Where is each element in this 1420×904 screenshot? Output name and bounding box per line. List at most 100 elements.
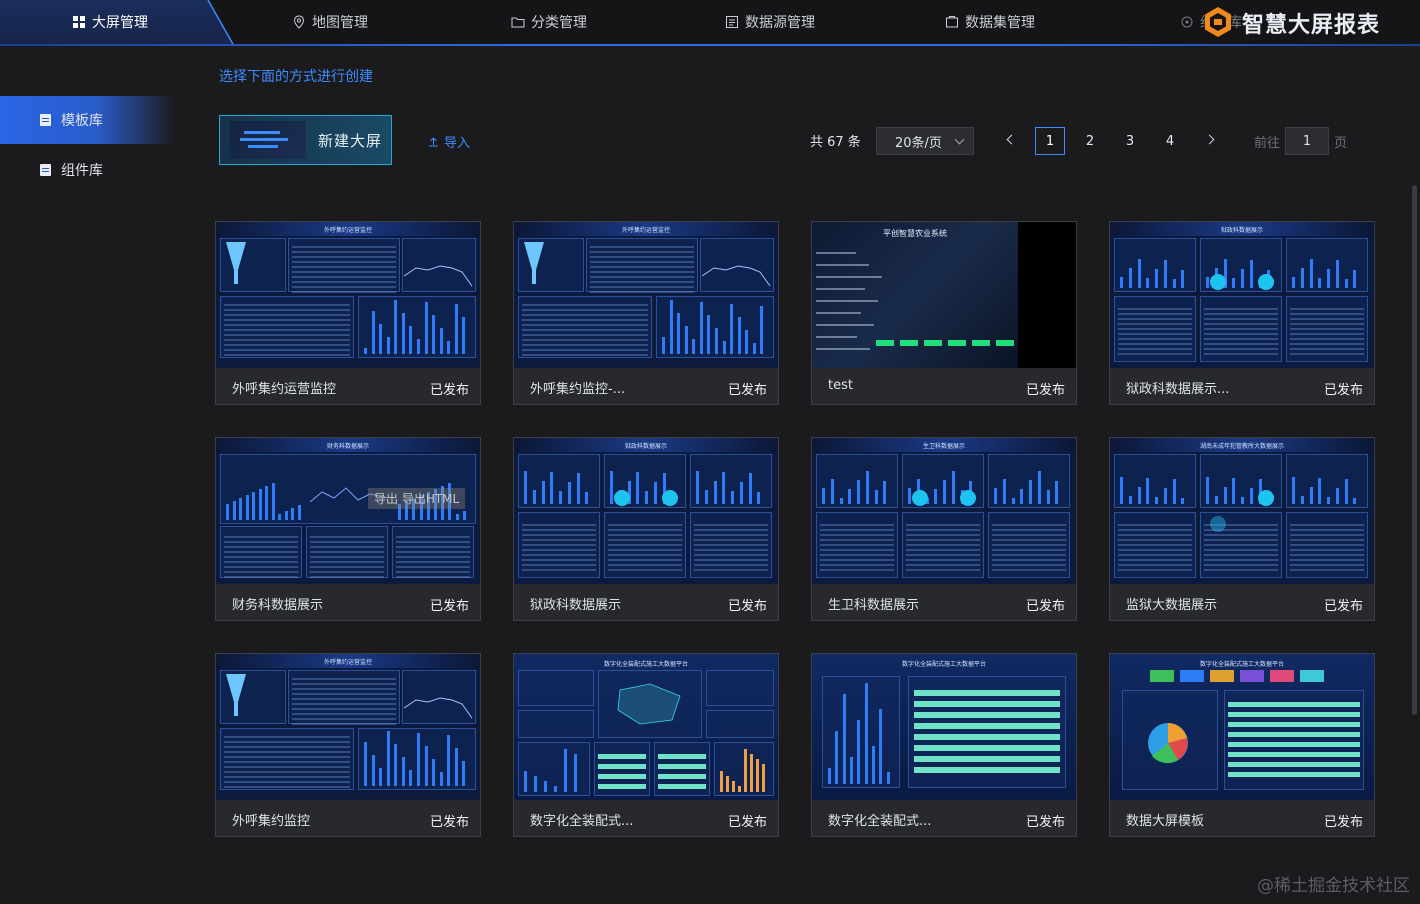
document-icon [40,164,51,176]
sidebar-item-template-library[interactable]: 模板库 [0,96,176,144]
template-thumbnail[interactable]: 财务科数据展示 [216,438,480,584]
tab-screen-management[interactable]: 大屏管理 [72,12,148,32]
card-title: 数据大屏模板 [1126,814,1205,829]
chevron-down-icon [954,134,965,145]
status-badge: 已发布 [1025,815,1065,830]
status-badge: 已发布 [1323,383,1363,398]
template-card[interactable]: 狱政科数据展示 狱政科数据展示 已发布 [513,437,779,621]
card-title: 生卫科数据展示 [828,598,920,613]
thumb-title: 生卫科数据展示 [922,443,965,450]
prev-page-icon[interactable] [1006,134,1017,145]
new-screen-button[interactable]: 新建大屏 [219,115,392,165]
template-thumbnail[interactable]: 外呼集约运营监控 [216,654,480,800]
template-thumbnail[interactable]: 外呼集约运营监控 [216,222,480,368]
status-badge: 已发布 [1025,599,1065,614]
template-thumbnail[interactable]: 狱政科数据展示 [514,438,778,584]
status-badge: 已发布 [429,383,469,398]
card-title: 外呼集约运营监控 [232,382,337,397]
thumb-title: 外呼集约运营监控 [323,227,372,234]
thumb-title: 数字化全装配式施工大数据平台 [901,661,986,668]
dataset-icon [946,16,958,28]
goto-page-input[interactable]: 1 [1285,127,1329,155]
template-thumbnail[interactable]: 数字化全装配式施工大数据平台数字化全装配式施工大数据平台 [514,654,778,800]
tab-dataset-management[interactable]: 数据集管理 [945,12,1035,32]
status-badge: 已发布 [1025,383,1065,398]
page-2[interactable]: 2 [1075,127,1105,155]
template-card[interactable]: 平创智慧农业系统平创智慧农业系统 test 已发布 [811,221,1077,405]
export-overlay[interactable]: 导出 导出HTML [368,488,466,509]
page-1[interactable]: 1 [1035,127,1065,155]
template-thumbnail[interactable]: 生卫科数据展示 [812,438,1076,584]
template-card[interactable]: 湖南未成年犯管教所大数据展示监狱大数据展示 已发布 [1109,437,1375,621]
tab-map-management[interactable]: 地图管理 [292,12,368,32]
tab-label: 数据源管理 [745,15,815,31]
template-thumbnail[interactable]: 数字化全装配式施工大数据平台数字化全装配式施工大数据平台 [1110,654,1374,800]
brand-name: 智慧大屏报表 [1242,13,1381,38]
card-title: 监狱大数据展示 [1126,598,1218,613]
status-badge: 已发布 [429,599,469,614]
top-nav-bar: 大屏管理 地图管理 分类管理 数据源管理 数据集管理 组件库 [0,0,1420,47]
template-card[interactable]: 狱政科数据展示狱政科数据展示... 已发布 [1109,221,1375,405]
card-title: 外呼集约监控-... [530,382,626,397]
tab-label: 数据集管理 [965,15,1035,31]
import-button[interactable]: 导入 [428,132,470,151]
page-size-value: 20条/页 [895,135,942,151]
template-thumbnail[interactable]: 狱政科数据展示 [1110,222,1374,368]
new-screen-label: 新建大屏 [318,131,383,150]
card-title: test [828,378,853,393]
page-4[interactable]: 4 [1155,127,1185,155]
active-tab-edge [207,0,235,47]
card-title: 财务科数据展示 [232,598,324,613]
template-thumbnail[interactable]: 数字化全装配式施工大数据平台数字化全装配式施工大数据平台 [812,654,1076,800]
thumb-title: 狱政科数据展示 [1220,227,1263,234]
total-count: 共 67 条 [810,135,861,150]
template-card[interactable]: 外呼集约运营监控 外呼集约运营监控 已发布 [215,221,481,405]
card-title: 狱政科数据展示... [1126,382,1230,397]
map-pin-icon [293,15,305,29]
tab-datasource-management[interactable]: 数据源管理 [725,12,815,32]
template-card[interactable]: 外呼集约运营监控 外呼集约监控 已发布 [215,653,481,837]
template-card[interactable]: 外呼集约运营监控外呼集约监控-... 已发布 [513,221,779,405]
status-badge: 已发布 [1323,599,1363,614]
nav-glow-line [0,44,1420,46]
template-card[interactable]: 生卫科数据展示 生卫科数据展示 已发布 [811,437,1077,621]
template-card[interactable]: 数字化全装配式施工大数据平台数字化全装配式施工大数据平台数据大屏模板 已发布 [1109,653,1375,837]
next-page-icon[interactable] [1204,134,1215,145]
tab-category-management[interactable]: 分类管理 [511,12,587,32]
card-title: 狱政科数据展示 [530,598,622,613]
thumb-title: 外呼集约运营监控 [621,227,670,234]
brand: 智慧大屏报表 [1200,4,1380,42]
thumb-title: 财务科数据展示 [326,443,369,450]
goto-prefix: 前往 [1254,136,1281,151]
template-thumbnail[interactable]: 外呼集约运营监控 [514,222,778,368]
template-thumbnail[interactable]: 平创智慧农业系统平创智慧农业系统 [812,222,1076,368]
pie-chart-icon [1148,723,1188,764]
status-badge: 已发布 [727,815,767,830]
watermark: @稀土掘金技术社区 [1257,876,1410,896]
document-icon [40,114,51,126]
template-thumbnail[interactable]: 湖南未成年犯管教所大数据展示 [1110,438,1374,584]
scrollbar[interactable] [1412,185,1417,715]
template-card[interactable]: 数字化全装配式施工大数据平台数字化全装配式施工大数据平台数字化全装配式... 已发… [811,653,1077,837]
goto-suffix: 页 [1334,136,1348,151]
tab-label: 地图管理 [312,15,368,31]
tab-label: 分类管理 [531,15,587,31]
folder-icon [511,17,525,28]
brand-logo-icon [1205,7,1231,37]
card-title: 数字化全装配式... [530,814,634,829]
card-title: 数字化全装配式... [828,814,932,829]
thumb-title: 狱政科数据展示 [624,443,667,450]
page-3[interactable]: 3 [1115,127,1145,155]
thumb-title: 数字化全装配式施工大数据平台 [1199,661,1284,668]
status-badge: 已发布 [1323,815,1363,830]
thumb-title: 外呼集约运营监控 [323,659,372,666]
template-card[interactable]: 财务科数据展示 财务科数据展示 已发布 [215,437,481,621]
database-icon [726,16,738,28]
sidebar-item-component-library[interactable]: 组件库 [0,146,176,194]
tab-label: 大屏管理 [92,15,148,31]
status-badge: 已发布 [727,383,767,398]
thumb-title: 湖南未成年犯管教所大数据展示 [1199,443,1284,450]
page-size-select[interactable]: 20条/页 [876,127,974,155]
template-card[interactable]: 数字化全装配式施工大数据平台数字化全装配式施工大数据平台数字化全装配式... 已发… [513,653,779,837]
create-hint: 选择下面的方式进行创建 [219,69,373,85]
